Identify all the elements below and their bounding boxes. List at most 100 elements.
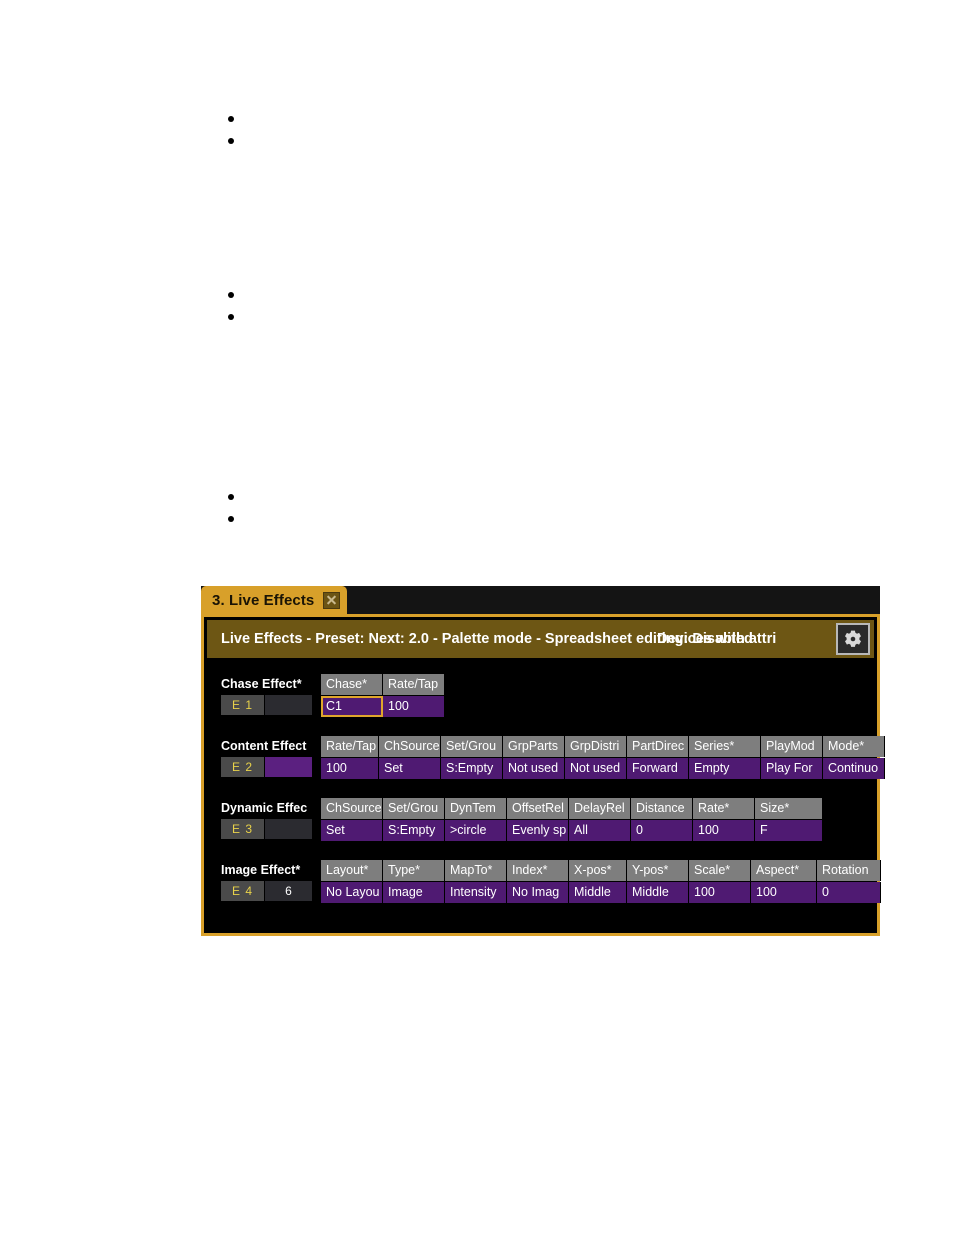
bullet-icon: [228, 516, 234, 522]
grid-cell[interactable]: No Imag: [507, 882, 569, 903]
column-header[interactable]: Type*: [383, 860, 445, 881]
grid-cell[interactable]: Set: [321, 820, 383, 841]
grid-cell[interactable]: Forward: [627, 758, 689, 779]
close-icon[interactable]: [323, 591, 341, 609]
column-header[interactable]: Layout*: [321, 860, 383, 881]
gear-icon[interactable]: [836, 623, 870, 655]
grid-header-row: Layout* Type* MapTo* Index* X-pos* Y-pos…: [321, 860, 881, 881]
grid-cell[interactable]: S:Empty: [441, 758, 503, 779]
column-header[interactable]: Series*: [689, 736, 761, 757]
grid-header-row: ChSource Set/Grou DynTem OffsetRel Delay…: [321, 798, 823, 819]
grid-cell[interactable]: No Layou: [321, 882, 383, 903]
column-header[interactable]: X-pos*: [569, 860, 627, 881]
grid-header-row: Chase* Rate/Tap: [321, 674, 445, 695]
grid-cell[interactable]: Middle: [627, 882, 689, 903]
column-header[interactable]: DelayRel: [569, 798, 631, 819]
grid-cell[interactable]: Continuo: [823, 758, 885, 779]
column-header[interactable]: PlayMod: [761, 736, 823, 757]
grid-cell[interactable]: Intensity: [445, 882, 507, 903]
effect-id-value-cell[interactable]: [265, 757, 313, 777]
column-header[interactable]: ChSource: [321, 798, 383, 819]
column-header[interactable]: Set/Grou: [441, 736, 503, 757]
grid-cell[interactable]: All: [569, 820, 631, 841]
row-title: Content Effect: [221, 739, 307, 753]
column-header[interactable]: Rate/Tap: [321, 736, 379, 757]
column-header[interactable]: GrpParts: [503, 736, 565, 757]
column-header[interactable]: GrpDistri: [565, 736, 627, 757]
row-left-image: Image Effect* E 4 6: [221, 860, 321, 901]
list-item: [228, 130, 248, 152]
column-header[interactable]: Scale*: [689, 860, 751, 881]
effect-row-dynamic: Dynamic Effec E 3 ChSource Set/Grou DynT…: [207, 798, 874, 848]
spreadsheet-grid-dynamic: ChSource Set/Grou DynTem OffsetRel Delay…: [321, 798, 823, 841]
grid-cell[interactable]: F: [755, 820, 823, 841]
effect-id-cell[interactable]: E 2: [221, 757, 265, 777]
row-title: Image Effect*: [221, 863, 301, 877]
live-effects-window: 3. Live Effects Live Effects - Preset: N…: [201, 586, 885, 936]
column-header[interactable]: OffsetRel: [507, 798, 569, 819]
effect-row-image: Image Effect* E 4 6 Layout* Type* MapTo*…: [207, 860, 881, 910]
tab-live-effects[interactable]: 3. Live Effects: [201, 586, 348, 614]
column-header[interactable]: Index*: [507, 860, 569, 881]
effect-id-value-cell[interactable]: 6: [265, 881, 313, 901]
grid-cell[interactable]: 100: [751, 882, 817, 903]
grid-cell[interactable]: C1: [321, 696, 383, 717]
bullet-group-2: [228, 284, 248, 328]
column-header[interactable]: Set/Grou: [383, 798, 445, 819]
column-header[interactable]: DynTem: [445, 798, 507, 819]
grid-cell[interactable]: 0: [631, 820, 693, 841]
grid-cell[interactable]: 0: [817, 882, 881, 903]
grid-cell[interactable]: Not used: [503, 758, 565, 779]
grid-value-row: 100 Set S:Empty Not used Not used Forwar…: [321, 757, 885, 779]
effect-id-value-cell[interactable]: [265, 695, 313, 715]
grid-header-row: Rate/Tap ChSource Set/Grou GrpParts GrpD…: [321, 736, 885, 757]
grid-cell[interactable]: >circle: [445, 820, 507, 841]
grid-cell[interactable]: Set: [379, 758, 441, 779]
effect-id-cells: E 1: [221, 695, 321, 715]
grid-cell[interactable]: Empty: [689, 758, 761, 779]
effect-id-cell[interactable]: E 4: [221, 881, 265, 901]
column-header[interactable]: Rotation: [817, 860, 881, 881]
grid-cell[interactable]: Not used: [565, 758, 627, 779]
grid-value-row: C1 100: [321, 695, 445, 717]
effect-id-cells: E 3: [221, 819, 321, 839]
column-header[interactable]: Size*: [755, 798, 823, 819]
tab-strip: 3. Live Effects: [201, 586, 880, 614]
column-header[interactable]: Rate*: [693, 798, 755, 819]
grid-cell[interactable]: Middle: [569, 882, 627, 903]
grid-cell[interactable]: 100: [321, 758, 379, 779]
column-header[interactable]: ChSource: [379, 736, 441, 757]
grid-cell[interactable]: 100: [689, 882, 751, 903]
grid-value-row: Set S:Empty >circle Evenly sp All 0 100 …: [321, 819, 823, 841]
grid-cell[interactable]: 100: [693, 820, 755, 841]
column-header[interactable]: PartDirec: [627, 736, 689, 757]
column-header[interactable]: Chase*: [321, 674, 383, 695]
list-item: [228, 486, 248, 508]
effect-row-content: Content Effect E 2 Rate/Tap ChSource Set…: [207, 736, 885, 786]
bullet-group-1: [228, 108, 248, 152]
column-header[interactable]: MapTo*: [445, 860, 507, 881]
grid-cell[interactable]: Play For: [761, 758, 823, 779]
effect-id-value-cell[interactable]: [265, 819, 313, 839]
grid-cell[interactable]: Image: [383, 882, 445, 903]
row-left-content: Content Effect E 2: [221, 736, 321, 777]
column-header[interactable]: Distance: [631, 798, 693, 819]
status-titlebar: Live Effects - Preset: Next: 2.0 - Palet…: [207, 620, 874, 658]
effect-id-cells: E 2: [221, 757, 321, 777]
row-left-dynamic: Dynamic Effec E 3: [221, 798, 321, 839]
grid-cell[interactable]: Evenly sp: [507, 820, 569, 841]
window-frame: Live Effects - Preset: Next: 2.0 - Palet…: [201, 614, 885, 936]
column-header[interactable]: Aspect*: [751, 860, 817, 881]
row-left-chase: Chase Effect* E 1: [221, 674, 321, 715]
column-header[interactable]: Mode*: [823, 736, 885, 757]
grid-cell[interactable]: 100: [383, 696, 445, 717]
effect-id-cell[interactable]: E 3: [221, 819, 265, 839]
column-header[interactable]: Rate/Tap: [383, 674, 445, 695]
titlebar-text-area: Live Effects - Preset: Next: 2.0 - Palet…: [207, 620, 836, 658]
list-item: [228, 108, 248, 130]
grid-cell[interactable]: S:Empty: [383, 820, 445, 841]
list-item: [228, 306, 248, 328]
column-header[interactable]: Y-pos*: [627, 860, 689, 881]
list-item: [228, 284, 248, 306]
effect-id-cell[interactable]: E 1: [221, 695, 265, 715]
